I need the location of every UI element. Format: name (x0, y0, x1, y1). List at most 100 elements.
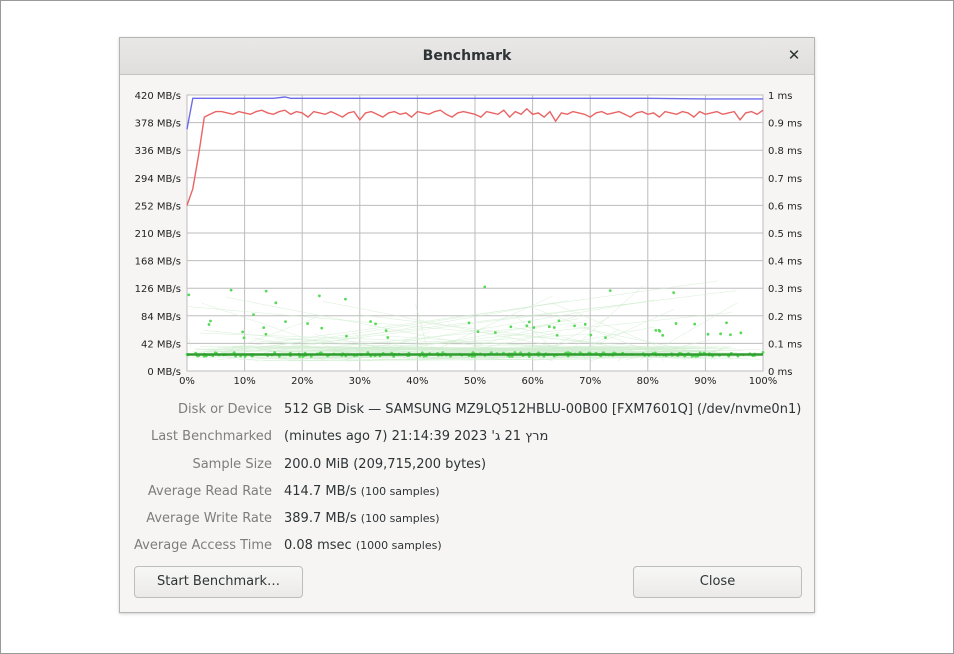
info-label: Last Benchmarked (150, 429, 272, 444)
access-time-point (384, 329, 388, 333)
access-time-point (672, 291, 676, 295)
access-time-point (719, 332, 723, 336)
access-time-point (369, 320, 372, 323)
y-left-tick-label: 0 MB/s (147, 367, 181, 378)
info-value: 389.7 MB/s (100 samples) (284, 511, 440, 526)
access-time-point (557, 319, 561, 323)
x-tick-label: 90% (694, 376, 716, 387)
y-left-tick-label: 84 MB/s (141, 312, 181, 323)
access-time-point (661, 333, 665, 337)
chart-grid (186, 94, 764, 372)
info-value: 200.0 MiB (209,715,200 bytes) (284, 457, 487, 472)
info-row-disk: Disk or Device 512 GB Disk — SAMSUNG MZ9… (120, 402, 816, 422)
y-right-tick-label: 0.6 ms (768, 201, 802, 212)
access-time-point (317, 294, 321, 298)
info-label: Average Access Time (134, 538, 272, 553)
access-time-point (654, 328, 658, 332)
access-time-point (264, 332, 268, 336)
access-time-point (552, 326, 556, 329)
info-value: (minutes ago 7) מרץ 21 ג' 2023 21:14:39 (284, 429, 549, 444)
start-benchmark-button[interactable]: Start Benchmark… (134, 566, 303, 598)
x-tick-label: 30% (349, 376, 371, 387)
access-time-point (725, 321, 728, 325)
x-tick-label: 60% (521, 376, 543, 387)
y-left-tick-label: 210 MB/s (135, 229, 181, 240)
access-time-point (555, 333, 559, 337)
y-right-tick-label: 0.9 ms (768, 119, 802, 130)
access-time-point (693, 322, 697, 326)
y-left-tick-label: 42 MB/s (141, 339, 181, 350)
info-row-write-rate: Average Write Rate 389.7 MB/s (100 sampl… (120, 511, 816, 531)
access-time-point (320, 326, 324, 330)
info-row-read-rate: Average Read Rate 414.7 MB/s (100 sample… (120, 484, 816, 504)
access-time-point (657, 328, 661, 332)
access-time-point (284, 320, 287, 324)
access-time-point (674, 322, 678, 325)
access-time-point (729, 333, 732, 337)
access-time-point (547, 325, 551, 329)
y-right-tick-label: 0.4 ms (768, 257, 802, 268)
x-tick-label: 70% (579, 376, 601, 387)
access-time-point (509, 325, 513, 329)
access-time-point (374, 322, 377, 326)
access-time-point (532, 326, 536, 329)
info-label: Average Write Rate (146, 511, 272, 526)
y-right-tick-label: 0.2 ms (768, 312, 802, 323)
info-value: 0.08 msec (1000 samples) (284, 538, 442, 553)
access-time-point (262, 326, 266, 330)
info-label: Average Read Rate (147, 484, 272, 499)
access-time-point (187, 293, 191, 297)
access-time-point (264, 289, 268, 293)
access-time-point (344, 297, 347, 301)
y-left-tick-label: 336 MB/s (135, 146, 181, 157)
access-time-point (345, 334, 348, 338)
info-label: Sample Size (192, 457, 272, 472)
x-tick-label: 80% (637, 376, 659, 387)
benchmark-chart: 0 MB/s 42 MB/s 84 MB/s 126 MB/s 168 MB/s 210 … (135, 91, 802, 387)
x-tick-label: 100% (749, 376, 778, 387)
benchmark-dialog: Benchmark ✕ 0 MB/s 42 MB/s 84 MB/s 126 MB/s… (119, 37, 815, 613)
access-time-point (242, 336, 246, 340)
access-time-point (493, 331, 497, 334)
access-time-point (476, 330, 480, 334)
y-right-tick-label: 0.1 ms (768, 339, 802, 350)
y-right-tick-label: 0.5 ms (768, 229, 802, 240)
x-tick-label: 40% (406, 376, 428, 387)
access-time-point (525, 324, 529, 328)
access-time-point (589, 333, 593, 337)
access-time-point (241, 330, 244, 334)
access-time-point (209, 319, 212, 323)
info-row-last-benchmarked: Last Benchmarked (minutes ago 7) מרץ 21 … (120, 429, 816, 449)
access-time-point (706, 332, 710, 336)
y-right-tick-label: 0.8 ms (768, 146, 802, 157)
access-time-point (306, 322, 309, 325)
y-right-tick-label: 0.7 ms (768, 174, 802, 185)
close-button[interactable]: Close (633, 566, 802, 598)
access-time-point (229, 288, 233, 292)
access-time-point (608, 289, 612, 293)
access-time-point (483, 285, 487, 289)
y-left-tick-label: 252 MB/s (135, 201, 181, 212)
access-time-point (573, 324, 576, 328)
info-value: 414.7 MB/s (100 samples) (284, 484, 440, 499)
info-value: 512 GB Disk — SAMSUNG MZ9LQ512HBLU-00B00… (284, 402, 802, 417)
y-right-tick-label: 0.3 ms (768, 284, 802, 295)
y-left-tick-label: 420 MB/s (135, 91, 181, 102)
access-time-point (467, 321, 471, 325)
info-row-access-time: Average Access Time 0.08 msec (1000 samp… (120, 538, 816, 558)
access-time-point (604, 336, 607, 340)
access-time-point (274, 301, 278, 305)
x-tick-label: 50% (464, 376, 486, 387)
x-tick-label: 20% (291, 376, 313, 387)
y-left-tick-label: 168 MB/s (135, 257, 181, 268)
access-time-point (252, 313, 255, 317)
info-row-sample-size: Sample Size 200.0 MiB (209,715,200 bytes… (120, 457, 816, 477)
access-time-point (739, 331, 743, 335)
y-left-tick-label: 294 MB/s (135, 174, 181, 185)
access-time-point (583, 322, 587, 326)
y-right-tick-label: 1 ms (768, 91, 793, 102)
access-time-point (527, 320, 531, 324)
x-tick-label: 10% (233, 376, 255, 387)
x-tick-label: 0% (179, 376, 195, 387)
access-time-point (386, 336, 390, 339)
